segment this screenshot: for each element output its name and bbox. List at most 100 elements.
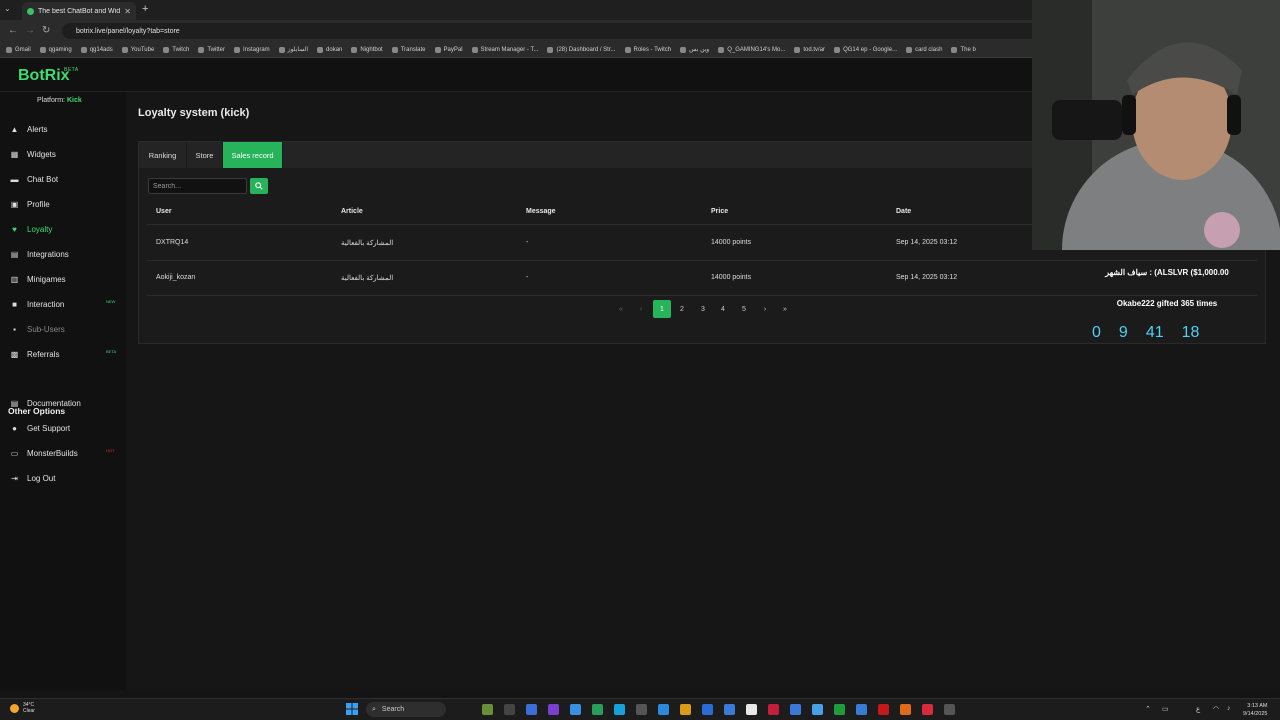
app-icon[interactable] xyxy=(768,704,779,715)
pagination-page[interactable]: 3 xyxy=(694,300,712,318)
bookmark-item[interactable]: card clash xyxy=(906,46,942,53)
bookmark-label: qg14ads xyxy=(89,46,113,53)
sidebar-item-monsterbuilds[interactable]: ▭ MonsterBuilds xyxy=(10,446,78,460)
app-icon[interactable] xyxy=(856,704,867,715)
bookmark-item[interactable]: Instagram xyxy=(233,46,270,53)
pagination-prev-icon[interactable]: ‹ xyxy=(632,300,650,318)
cell-date: Sep 14, 2025 03:12 xyxy=(896,274,958,281)
file-icon[interactable] xyxy=(724,704,735,715)
pagination-page[interactable]: 4 xyxy=(714,300,732,318)
app-icon[interactable] xyxy=(592,704,603,715)
close-tab-icon[interactable]: ✕ xyxy=(124,7,131,16)
tab-ranking[interactable]: Ranking xyxy=(139,142,187,168)
bookmark-item[interactable]: Stream Manager - T... xyxy=(471,46,538,53)
browser-tab-title: The best ChatBot and Widgets xyxy=(38,7,121,15)
wifi-icon[interactable]: ◠ xyxy=(1213,705,1219,713)
sidebar-item-chat-bot[interactable]: ▬ Chat Bot xyxy=(10,172,59,186)
bookmark-item[interactable]: YouTube xyxy=(121,46,154,53)
column-header-message: Message xyxy=(526,208,556,215)
bookmark-item[interactable]: Translate xyxy=(391,46,426,53)
telegram-icon[interactable] xyxy=(614,704,625,715)
bookmark-item[interactable]: QG14 ep - Google... xyxy=(834,46,897,53)
volume-icon[interactable]: ♪ xyxy=(1227,705,1231,712)
taskbar-clock[interactable]: 3:13 AM 9/14/2025 xyxy=(1243,702,1267,718)
bookmark-item[interactable]: Q_GAMING14's Mo... xyxy=(718,46,785,53)
app-icon[interactable] xyxy=(944,704,955,715)
sidebar-item-loyalty[interactable]: ♥ Loyalty xyxy=(10,222,52,236)
sidebar-item-get-support[interactable]: ● Get Support xyxy=(10,421,70,435)
tab-sales-record[interactable]: Sales record xyxy=(223,142,283,168)
store-icon[interactable] xyxy=(702,704,713,715)
taskbar-search[interactable]: ⌕ Search xyxy=(366,702,446,717)
bookmark-item[interactable]: وين بس xyxy=(680,46,709,53)
column-header-date: Date xyxy=(896,208,912,215)
new-tab-icon[interactable]: + xyxy=(142,3,148,15)
windows-start-icon[interactable] xyxy=(346,703,358,715)
bookmark-item[interactable]: Gmail xyxy=(6,46,31,53)
sidebar-item-minigames[interactable]: ▥ Minigames xyxy=(10,272,66,286)
cell-message: - xyxy=(526,274,529,281)
browser-tab[interactable]: The best ChatBot and Widgets ✕ xyxy=(22,2,136,20)
bookmark-item[interactable]: PayPal xyxy=(434,46,463,53)
sidebar-item-integrations[interactable]: ▤ Integrations xyxy=(10,247,69,261)
tray-chevron-icon[interactable]: ⌃ xyxy=(1145,705,1151,713)
url-field[interactable]: botrix.live/panel/loyalty?tab=store xyxy=(62,23,1042,39)
sidebar-item-sub-users[interactable]: ▪ Sub-Users xyxy=(10,322,65,336)
game-icon[interactable] xyxy=(482,704,493,715)
app-icon[interactable] xyxy=(900,704,911,715)
language-icon[interactable]: ع xyxy=(1196,705,1200,713)
bookmark-item[interactable]: Roles - Twitch xyxy=(624,46,672,53)
pagination-next-icon[interactable]: › xyxy=(756,300,774,318)
steam-icon[interactable] xyxy=(658,704,669,715)
network-icon[interactable]: ▭ xyxy=(1162,705,1169,713)
sidebar-item-referrals[interactable]: ▩ Referrals xyxy=(10,347,60,361)
bookmark-item[interactable]: Nightbot xyxy=(351,46,383,53)
pagination-last-icon[interactable]: » xyxy=(776,300,794,318)
tab-list-icon[interactable]: ⌄ xyxy=(4,4,11,13)
notepad-icon[interactable] xyxy=(746,704,757,715)
bookmark-item[interactable]: Twitter xyxy=(198,46,225,53)
tab-store[interactable]: Store xyxy=(187,142,223,168)
bookmark-item[interactable]: qg14ads xyxy=(80,46,113,53)
sidebar-item-profile[interactable]: ▣ Profile xyxy=(10,197,50,211)
pagination-page[interactable]: 2 xyxy=(673,300,691,318)
app-icon[interactable] xyxy=(680,704,691,715)
sidebar-item-documentation[interactable]: ▤ Documentation xyxy=(10,396,81,410)
sidebar-item-alerts[interactable]: ▲ Alerts xyxy=(10,122,48,136)
discord-icon[interactable] xyxy=(548,704,559,715)
sidebar-item-interaction[interactable]: ■ Interaction xyxy=(10,297,64,311)
settings-icon[interactable] xyxy=(790,704,801,715)
bookmark-item[interactable]: dokan xyxy=(317,46,343,53)
search-button[interactable] xyxy=(250,178,268,194)
weather-widget[interactable]: 34°C Clear xyxy=(10,702,35,714)
pagination-page[interactable]: 1 xyxy=(653,300,671,318)
vpn-icon[interactable] xyxy=(636,704,647,715)
xbox-icon[interactable] xyxy=(834,704,845,715)
bookmark-label: Roles - Twitch xyxy=(633,46,672,53)
bookmark-item[interactable]: The b xyxy=(951,46,976,53)
sidebar-item-label: Integrations xyxy=(27,249,69,259)
forward-icon[interactable]: → xyxy=(25,25,35,36)
chrome-icon[interactable] xyxy=(526,704,537,715)
bookmark-item[interactable]: Twitch xyxy=(163,46,189,53)
bookmark-item[interactable]: السايلوز xyxy=(278,46,308,53)
sidebar-item-log-out[interactable]: ⇥ Log Out xyxy=(10,471,55,485)
pagination-page[interactable]: 5 xyxy=(735,300,753,318)
bookmark-label: وين بس xyxy=(689,47,710,53)
back-icon[interactable]: ← xyxy=(8,25,18,36)
opera-icon[interactable] xyxy=(878,704,889,715)
bookmark-item[interactable]: tod.tv/ar xyxy=(794,46,825,53)
brand-logo[interactable]: BotRix xyxy=(18,67,70,85)
pagination-first-icon[interactable]: « xyxy=(612,300,630,318)
bookmark-label: dokan xyxy=(326,46,343,53)
task-view-icon[interactable] xyxy=(504,704,515,715)
edge-icon[interactable] xyxy=(570,704,581,715)
app-icon[interactable] xyxy=(812,704,823,715)
sidebar-item-widgets[interactable]: ▦ Widgets xyxy=(10,147,56,161)
bookmark-item[interactable]: qgaming xyxy=(39,46,72,53)
bookmark-item[interactable]: (28) Dashboard / Str... xyxy=(547,46,616,53)
app-icon[interactable] xyxy=(922,704,933,715)
search-input[interactable] xyxy=(148,178,247,194)
column-header-price: Price xyxy=(711,208,729,215)
reload-icon[interactable]: ↻ xyxy=(42,25,50,36)
